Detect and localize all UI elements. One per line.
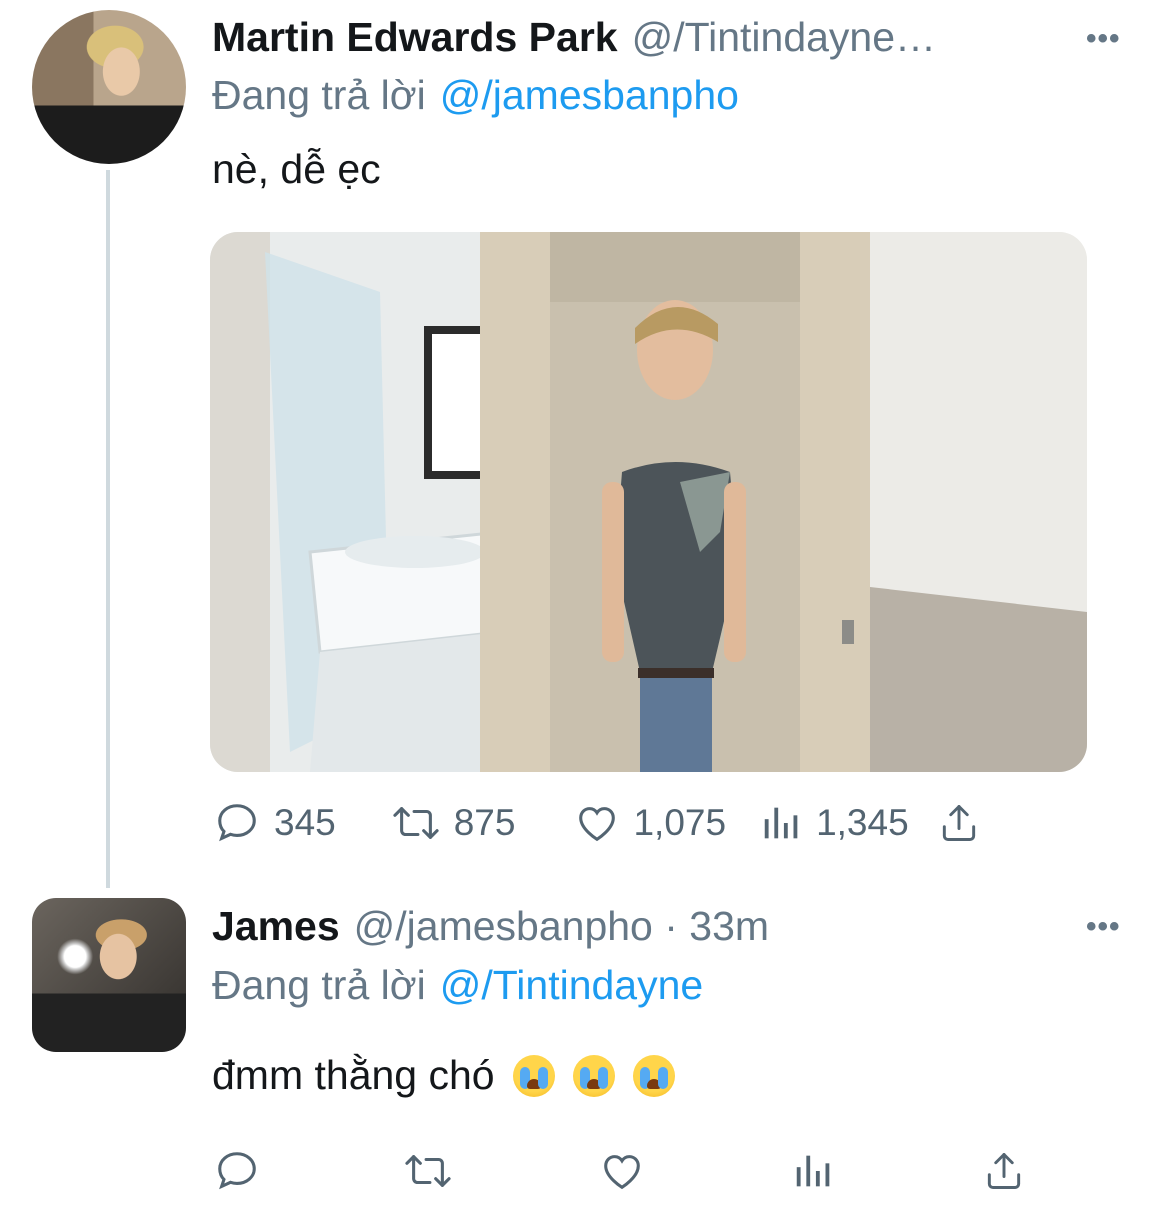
tweet1-author-name[interactable]: Martin Edwards Park <box>212 14 618 61</box>
retweet-icon <box>388 800 444 846</box>
reply-icon <box>214 800 260 846</box>
like-icon <box>598 1155 646 1198</box>
tweet2-like-action[interactable] <box>598 1148 646 1199</box>
tweet2-reply-context: Đang trả lời @/Tintindayne <box>212 962 703 1009</box>
retweet-count: 875 <box>453 802 516 843</box>
tweet2-author-handle[interactable]: @/jamesbanpho · 33m <box>354 903 769 950</box>
reply-count: 345 <box>274 802 336 843</box>
tweet2-share-action[interactable] <box>982 1148 1026 1199</box>
tweet2-retweet-action[interactable] <box>400 1148 456 1199</box>
tweet1-author-handle[interactable]: @/Tintindayne… <box>632 14 936 61</box>
retweet-action[interactable]: 875 <box>388 800 516 846</box>
reply-icon <box>214 1152 260 1198</box>
like-action[interactable]: 1,075 <box>573 800 726 846</box>
tweet2-header: James @/jamesbanpho · 33m <box>212 903 769 950</box>
tweet2-text-row: đmm thằng chó <box>212 1052 675 1099</box>
photo-illustration <box>210 232 1087 772</box>
crying-face-emoji-icon <box>572 1054 615 1097</box>
views-count: 1,345 <box>816 802 909 843</box>
crying-face-emoji-icon <box>632 1054 675 1097</box>
share-action[interactable] <box>937 800 981 846</box>
tweet1-reply-mention[interactable]: @/jamesbanpho <box>440 72 739 119</box>
tweet2-reply-action[interactable] <box>214 1148 260 1199</box>
tweet1-reply-context: Đang trả lời @/jamesbanpho <box>212 72 739 119</box>
tweet1-reply-prefix: Đang trả lời <box>212 72 426 118</box>
tweet2-author-name[interactable]: James <box>212 903 340 950</box>
tweet1-photo[interactable] <box>210 232 1087 772</box>
crying-face-emoji-icon <box>512 1054 555 1097</box>
like-icon <box>573 800 621 846</box>
views-icon <box>760 800 804 846</box>
share-icon <box>937 800 981 846</box>
views-icon <box>792 1155 836 1198</box>
like-count: 1,075 <box>633 802 727 843</box>
avatar-james[interactable] <box>32 898 186 1052</box>
retweet-icon <box>400 1155 456 1198</box>
views-action[interactable]: 1,345 <box>760 800 909 846</box>
tweet1-text: nè, dễ ẹc <box>212 146 381 192</box>
tweet2-reply-prefix: Đang trả lời <box>212 962 426 1008</box>
reply-action[interactable]: 345 <box>214 800 336 846</box>
tweet1-actions: 345 875 1,075 1,345 <box>214 800 981 846</box>
tweet2-reply-mention[interactable]: @/Tintindayne <box>440 962 703 1009</box>
tweet2-views-action[interactable] <box>792 1148 836 1199</box>
tweet1-header: Martin Edwards Park @/Tintindayne… <box>212 14 936 61</box>
thread-connector-line <box>106 170 110 888</box>
tweet2-more-icon[interactable]: ••• <box>1086 910 1121 944</box>
tweet2-text: đmm thằng chó <box>212 1052 495 1098</box>
avatar-martin[interactable] <box>32 10 186 164</box>
tweet1-more-icon[interactable]: ••• <box>1086 22 1121 56</box>
share-icon <box>982 1153 1026 1198</box>
